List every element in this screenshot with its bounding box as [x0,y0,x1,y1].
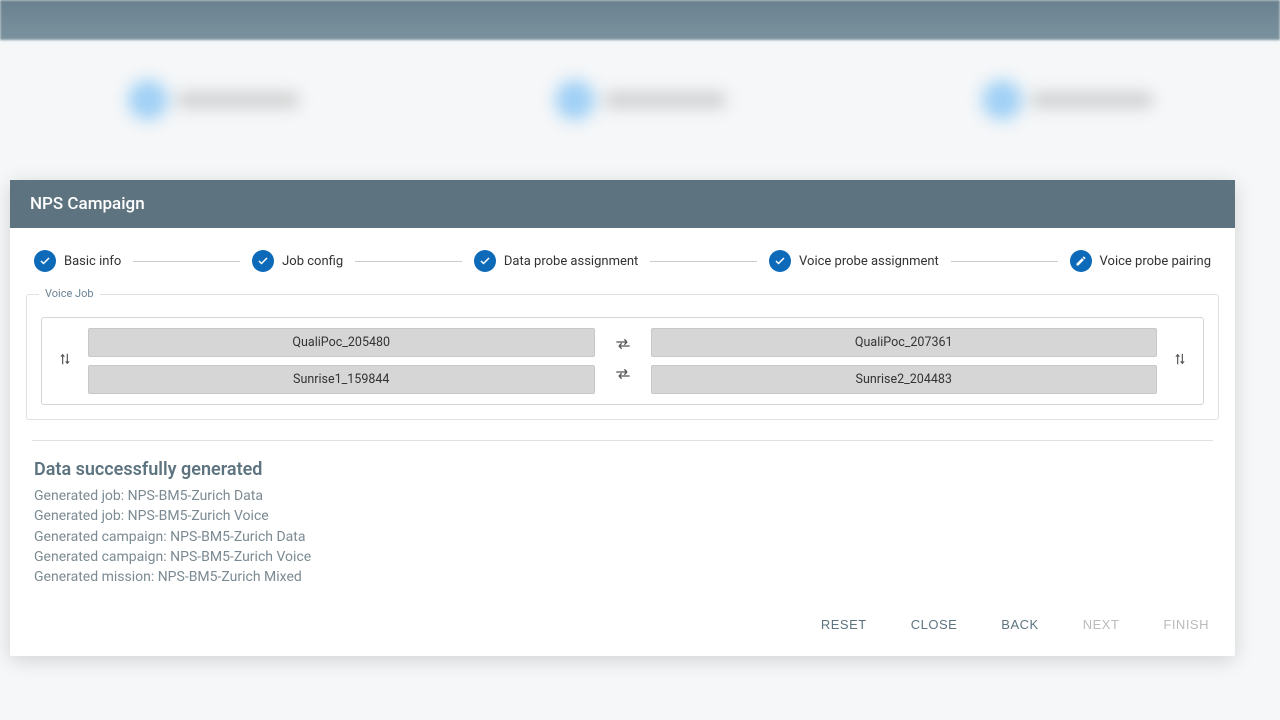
swap-icon[interactable] [615,368,631,384]
probe-button[interactable]: Sunrise1_159844 [88,365,595,394]
finish-button: FINISH [1161,613,1211,636]
results-title: Data successfully generated [34,459,1211,480]
step-data-probe-assignment[interactable]: Data probe assignment [474,250,638,272]
step-label: Data probe assignment [504,254,638,269]
results-section: Data successfully generated Generated jo… [10,441,1235,597]
swap-icon[interactable] [615,338,631,354]
result-line: Generated campaign: NPS-BM5-Zurich Data [34,527,1211,547]
swap-column [603,338,643,384]
sort-icon[interactable] [58,352,72,370]
modal-title: NPS Campaign [10,180,1235,228]
back-button[interactable]: BACK [999,613,1040,636]
step-connector [650,261,757,262]
probe-button[interactable]: Sunrise2_204483 [651,365,1158,394]
left-probe-column: QualiPoc_205480 Sunrise1_159844 [88,328,595,394]
step-label: Job config [282,254,343,269]
step-label: Voice probe pairing [1100,254,1211,269]
step-basic-info[interactable]: Basic info [34,250,121,272]
close-button[interactable]: CLOSE [909,613,960,636]
check-icon [769,250,791,272]
section-label: Voice Job [39,287,100,300]
result-line: Generated job: NPS-BM5-Zurich Voice [34,506,1211,526]
right-probe-column: QualiPoc_207361 Sunrise2_204483 [651,328,1158,394]
campaign-wizard-modal: NPS Campaign Basic info Job config Data … [10,180,1235,656]
probe-button[interactable]: QualiPoc_207361 [651,328,1158,357]
probe-button[interactable]: QualiPoc_205480 [88,328,595,357]
step-connector [133,261,240,262]
sort-right-column [1165,352,1195,370]
next-button: NEXT [1081,613,1122,636]
result-line: Generated mission: NPS-BM5-Zurich Mixed [34,567,1211,587]
edit-icon [1070,250,1092,272]
check-icon [252,250,274,272]
check-icon [474,250,496,272]
step-job-config[interactable]: Job config [252,250,343,272]
sort-left-column [50,352,80,370]
step-label: Voice probe assignment [799,254,939,269]
reset-button[interactable]: RESET [819,613,869,636]
sort-icon[interactable] [1173,352,1187,370]
step-label: Basic info [64,254,121,269]
step-voice-probe-assignment[interactable]: Voice probe assignment [769,250,939,272]
result-line: Generated campaign: NPS-BM5-Zurich Voice [34,547,1211,567]
wizard-stepper: Basic info Job config Data probe assignm… [10,228,1235,294]
step-voice-probe-pairing[interactable]: Voice probe pairing [1070,250,1211,272]
background-blur-row [0,40,1280,160]
step-connector [355,261,462,262]
step-connector [951,261,1058,262]
probe-pairing-box: QualiPoc_205480 Sunrise1_159844 QualiPoc… [41,317,1204,405]
result-line: Generated job: NPS-BM5-Zurich Data [34,486,1211,506]
voice-job-section: Voice Job QualiPoc_205480 Sunrise1_15984… [26,294,1219,420]
check-icon [34,250,56,272]
app-top-bar [0,0,1280,40]
wizard-footer: RESET CLOSE BACK NEXT FINISH [10,597,1235,656]
